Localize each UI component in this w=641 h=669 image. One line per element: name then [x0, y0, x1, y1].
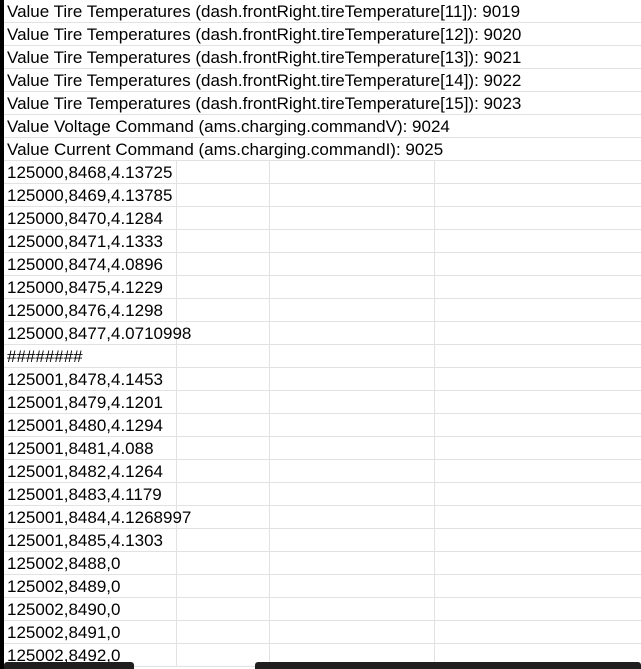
cell[interactable]: Value Tire Temperatures (dash.frontRight…	[4, 0, 529, 22]
cell[interactable]: Value Current Command (ams.charging.comm…	[4, 138, 452, 160]
cell[interactable]: 125000,8477,4.0710998	[4, 322, 191, 344]
table-row: Value Voltage Command (ams.charging.comm…	[4, 115, 641, 138]
cell[interactable]: Value Tire Temperatures (dash.frontRight…	[4, 92, 530, 114]
table-row: 125002,8489,0	[4, 575, 641, 598]
horizontal-scrollbar[interactable]	[255, 662, 641, 669]
cell[interactable]: 125001,8482,4.1264	[4, 460, 163, 482]
table-row: 125000,8476,4.1298	[4, 299, 641, 322]
spreadsheet: Value Tire Temperatures (dash.frontRight…	[0, 0, 641, 669]
cell[interactable]: 125000,8469,4.13785	[4, 184, 172, 206]
cell[interactable]: 125002,8491,0	[4, 621, 120, 643]
spreadsheet-grid: Value Tire Temperatures (dash.frontRight…	[4, 0, 641, 667]
table-row: 125002,8488,0	[4, 552, 641, 575]
table-row: 125002,8491,0	[4, 621, 641, 644]
table-row: 125001,8479,4.1201	[4, 391, 641, 414]
cell[interactable]: 125001,8478,4.1453	[4, 368, 163, 390]
table-row: 125000,8469,4.13785	[4, 184, 641, 207]
cell[interactable]: 125000,8468,4.13725	[4, 161, 172, 183]
table-row: 125000,8471,4.1333	[4, 230, 641, 253]
table-row: 125001,8480,4.1294	[4, 414, 641, 437]
table-row: Value Tire Temperatures (dash.frontRight…	[4, 0, 641, 23]
table-row: 125001,8481,4.088	[4, 437, 641, 460]
cell[interactable]: Value Tire Temperatures (dash.frontRight…	[4, 69, 530, 91]
cell[interactable]: 125001,8481,4.088	[4, 437, 154, 459]
cell[interactable]: 125001,8483,4.1179	[4, 483, 162, 505]
cell[interactable]: 125002,8488,0	[4, 552, 120, 574]
table-row: Value Current Command (ams.charging.comm…	[4, 138, 641, 161]
cell[interactable]: 125002,8490,0	[4, 598, 120, 620]
table-row: Value Tire Temperatures (dash.frontRight…	[4, 92, 641, 115]
table-row: 125001,8484,4.1268997	[4, 506, 641, 529]
table-row: 125001,8485,4.1303	[4, 529, 641, 552]
table-row: Value Tire Temperatures (dash.frontRight…	[4, 23, 641, 46]
cell[interactable]: 125000,8474,4.0896	[4, 253, 163, 275]
cell[interactable]: 125001,8479,4.1201	[4, 391, 163, 413]
cell[interactable]: Value Tire Temperatures (dash.frontRight…	[4, 46, 530, 68]
cell[interactable]: Value Tire Temperatures (dash.frontRight…	[4, 23, 530, 45]
table-row: 125000,8470,4.1284	[4, 207, 641, 230]
cell[interactable]: 125001,8484,4.1268997	[4, 506, 191, 528]
horizontal-scrollbar-left[interactable]	[4, 662, 134, 669]
table-row: ########	[4, 345, 641, 368]
cell[interactable]: 125000,8476,4.1298	[4, 299, 163, 321]
cell[interactable]: Value Voltage Command (ams.charging.comm…	[4, 115, 458, 137]
table-row: 125000,8474,4.0896	[4, 253, 641, 276]
table-row: 125001,8483,4.1179	[4, 483, 641, 506]
cell[interactable]: 125000,8475,4.1229	[4, 276, 163, 298]
cell[interactable]: 125001,8480,4.1294	[4, 414, 163, 436]
overflow-cell[interactable]: ########	[4, 345, 83, 367]
table-row: 125000,8468,4.13725	[4, 161, 641, 184]
cell[interactable]: 125000,8471,4.1333	[4, 230, 163, 252]
cell[interactable]: 125002,8489,0	[4, 575, 120, 597]
table-row: 125000,8475,4.1229	[4, 276, 641, 299]
table-row: 125000,8477,4.0710998	[4, 322, 641, 345]
table-row: 125001,8482,4.1264	[4, 460, 641, 483]
table-row: Value Tire Temperatures (dash.frontRight…	[4, 69, 641, 92]
cell[interactable]: 125001,8485,4.1303	[4, 529, 163, 551]
table-row: 125002,8490,0	[4, 598, 641, 621]
cell[interactable]: 125000,8470,4.1284	[4, 207, 163, 229]
table-row: Value Tire Temperatures (dash.frontRight…	[4, 46, 641, 69]
table-row: 125001,8478,4.1453	[4, 368, 641, 391]
